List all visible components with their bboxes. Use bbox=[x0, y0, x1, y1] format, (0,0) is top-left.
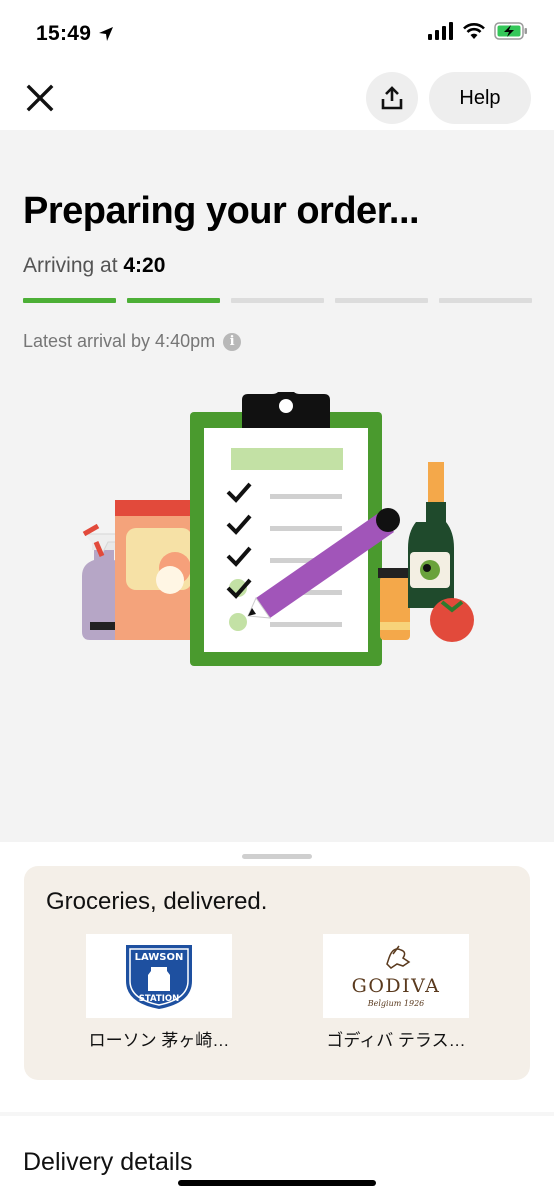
top-bar: Help bbox=[0, 70, 554, 130]
svg-text:Belgium 1926: Belgium 1926 bbox=[367, 999, 425, 1008]
section-divider bbox=[0, 1112, 554, 1116]
status-bar: 15:49 bbox=[0, 0, 554, 70]
clipboard-icon bbox=[190, 392, 382, 666]
latest-arrival-text: Latest arrival by 4:40pm bbox=[23, 331, 216, 351]
progress-segment bbox=[23, 298, 116, 303]
wine-bottle-icon bbox=[408, 462, 454, 608]
sheet-drag-handle[interactable] bbox=[242, 854, 312, 859]
location-arrow-icon bbox=[99, 27, 113, 41]
svg-text:GODIVA: GODIVA bbox=[352, 975, 441, 997]
svg-text:LAWSON: LAWSON bbox=[135, 952, 184, 963]
cellular-signal-icon bbox=[428, 22, 453, 40]
tomato-icon bbox=[430, 598, 474, 642]
help-button[interactable]: Help bbox=[429, 72, 531, 124]
store-name: ローソン 茅ヶ崎… bbox=[88, 1031, 230, 1050]
lawson-station-logo: LAWSON STATION bbox=[126, 945, 192, 1009]
store-item-godiva[interactable]: GODIVA Belgium 1926 ゴディバ テラス… bbox=[323, 934, 469, 1051]
arrival-time: 4:20 bbox=[123, 254, 166, 277]
food-box-icon bbox=[115, 500, 195, 640]
svg-text:STATION: STATION bbox=[139, 994, 179, 1004]
progress-segment bbox=[439, 298, 532, 303]
battery-charging-icon bbox=[494, 22, 527, 40]
jar-icon bbox=[378, 568, 412, 640]
latest-arrival: Latest arrival by 4:40pm i bbox=[23, 331, 242, 352]
arrival-eta: Arriving at 4:20 bbox=[23, 254, 165, 278]
order-progress-bar bbox=[23, 298, 532, 303]
delivery-details-heading[interactable]: Delivery details bbox=[23, 1148, 193, 1177]
progress-segment bbox=[127, 298, 220, 303]
close-icon bbox=[26, 84, 54, 112]
status-time: 15:49 bbox=[36, 22, 92, 45]
godiva-logo: GODIVA Belgium 1926 bbox=[352, 945, 441, 1008]
home-indicator[interactable] bbox=[178, 1180, 376, 1186]
order-status-title: Preparing your order... bbox=[23, 190, 420, 232]
preparing-order-illustration bbox=[82, 392, 474, 666]
progress-segment bbox=[231, 298, 324, 303]
store-name: ゴディバ テラス… bbox=[326, 1031, 466, 1050]
progress-segment bbox=[335, 298, 428, 303]
groceries-promo-card: Groceries, delivered. LAWSON STATION ローソ… bbox=[24, 866, 530, 1080]
store-logo: GODIVA Belgium 1926 bbox=[323, 934, 469, 1018]
bottom-sheet: Groceries, delivered. LAWSON STATION ローソ… bbox=[0, 842, 554, 1200]
wifi-icon bbox=[463, 23, 485, 39]
store-logo: LAWSON STATION bbox=[86, 934, 232, 1018]
order-status-panel: Preparing your order... Arriving at 4:20… bbox=[0, 130, 554, 842]
arrival-prefix: Arriving at bbox=[23, 254, 118, 277]
info-icon[interactable]: i bbox=[223, 332, 242, 351]
close-button[interactable] bbox=[20, 78, 60, 118]
share-button[interactable] bbox=[366, 72, 418, 124]
promo-title: Groceries, delivered. bbox=[46, 888, 268, 915]
store-item-lawson[interactable]: LAWSON STATION ローソン 茅ヶ崎… bbox=[86, 934, 232, 1051]
share-icon bbox=[381, 86, 403, 110]
